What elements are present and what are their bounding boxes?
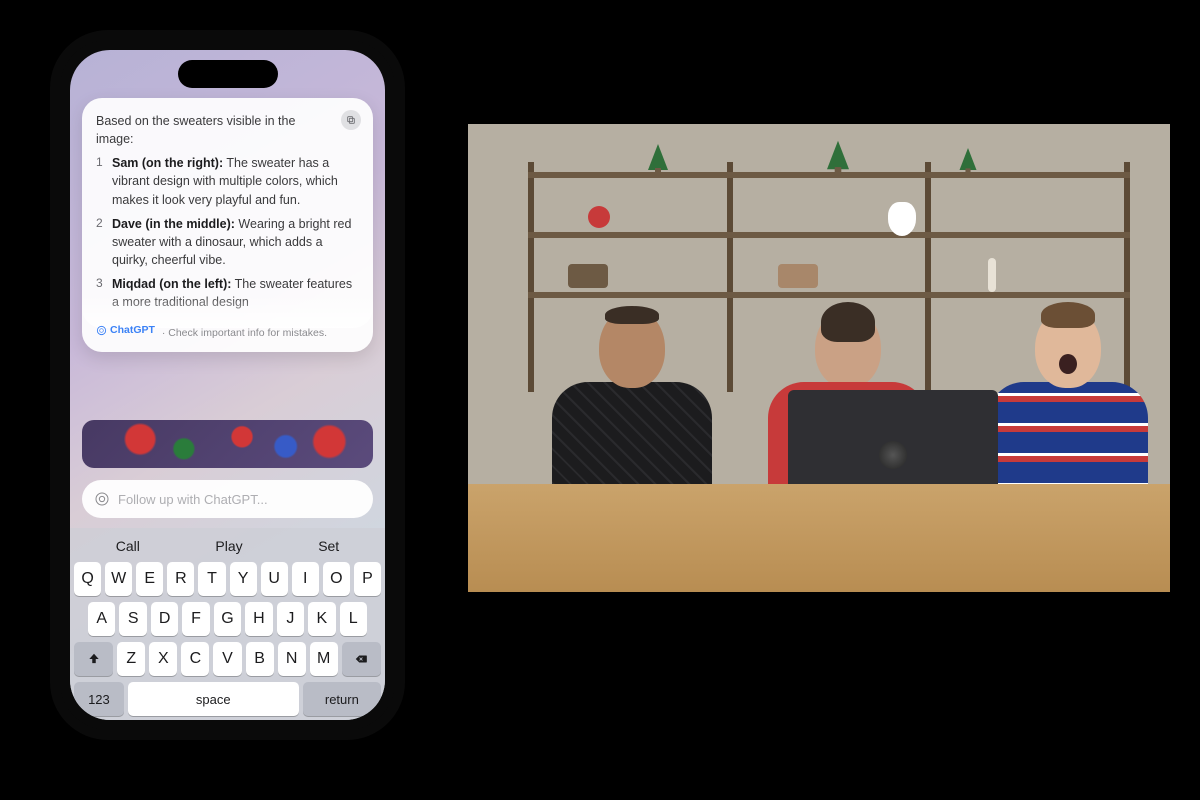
key-q[interactable]: Q bbox=[74, 562, 101, 596]
key-r[interactable]: R bbox=[167, 562, 194, 596]
assistant-response-card: Based on the sweaters visible in the ima… bbox=[82, 98, 373, 352]
response-item: Miqdad (on the left): The sweater featur… bbox=[96, 275, 359, 311]
response-item: Sam (on the right): The sweater has a vi… bbox=[96, 154, 359, 208]
key-e[interactable]: E bbox=[136, 562, 163, 596]
suggestion[interactable]: Play bbox=[191, 536, 266, 556]
key-c[interactable]: C bbox=[181, 642, 209, 676]
key-u[interactable]: U bbox=[261, 562, 288, 596]
key-p[interactable]: P bbox=[354, 562, 381, 596]
presentation-video-thumbnail bbox=[468, 124, 1170, 592]
followup-input[interactable]: Follow up with ChatGPT... bbox=[82, 480, 373, 518]
keyboard-suggestions: Call Play Set bbox=[74, 534, 381, 562]
key-i[interactable]: I bbox=[292, 562, 319, 596]
numbers-key[interactable]: 123 bbox=[74, 682, 124, 716]
key-l[interactable]: L bbox=[340, 602, 367, 636]
suggestion[interactable]: Set bbox=[294, 536, 363, 556]
phone-screen: Based on the sweaters visible in the ima… bbox=[70, 50, 385, 720]
key-h[interactable]: H bbox=[245, 602, 272, 636]
copy-response-button[interactable] bbox=[341, 110, 361, 130]
space-key[interactable]: space bbox=[128, 682, 299, 716]
key-m[interactable]: M bbox=[310, 642, 338, 676]
ios-keyboard: Call Play Set Q W E R T Y U I O P A S D … bbox=[70, 528, 385, 720]
key-k[interactable]: K bbox=[308, 602, 335, 636]
iphone-frame: Based on the sweaters visible in the ima… bbox=[60, 40, 395, 730]
response-list: Sam (on the right): The sweater has a vi… bbox=[96, 154, 359, 311]
chatgpt-input-icon bbox=[94, 491, 110, 507]
key-z[interactable]: Z bbox=[117, 642, 145, 676]
keyboard-row-2: A S D F G H J K L bbox=[74, 602, 381, 636]
response-attribution: ChatGPT · Check important info for mista… bbox=[96, 317, 359, 341]
key-v[interactable]: V bbox=[213, 642, 241, 676]
backspace-icon bbox=[354, 652, 368, 666]
key-f[interactable]: F bbox=[182, 602, 209, 636]
dynamic-island bbox=[178, 60, 278, 88]
backspace-key[interactable] bbox=[342, 642, 381, 676]
key-g[interactable]: G bbox=[214, 602, 241, 636]
keyboard-row-1: Q W E R T Y U I O P bbox=[74, 562, 381, 596]
key-x[interactable]: X bbox=[149, 642, 177, 676]
shift-icon bbox=[87, 652, 101, 666]
key-o[interactable]: O bbox=[323, 562, 350, 596]
suggestion[interactable]: Call bbox=[92, 536, 164, 556]
table bbox=[468, 484, 1170, 592]
chatgpt-icon bbox=[96, 325, 107, 336]
shift-key[interactable] bbox=[74, 642, 113, 676]
return-key[interactable]: return bbox=[303, 682, 381, 716]
camera-preview-strip bbox=[82, 420, 373, 468]
followup-placeholder: Follow up with ChatGPT... bbox=[118, 492, 268, 507]
copy-icon bbox=[346, 115, 356, 125]
key-n[interactable]: N bbox=[278, 642, 306, 676]
key-s[interactable]: S bbox=[119, 602, 146, 636]
chatgpt-brand: ChatGPT bbox=[96, 323, 155, 338]
keyboard-row-4: 123 space return bbox=[74, 682, 381, 716]
response-intro: Based on the sweaters visible in the ima… bbox=[96, 112, 359, 148]
key-d[interactable]: D bbox=[151, 602, 178, 636]
key-j[interactable]: J bbox=[277, 602, 304, 636]
keyboard-row-3: Z X C V B N M bbox=[74, 642, 381, 676]
key-a[interactable]: A bbox=[88, 602, 115, 636]
response-item: Dave (in the middle): Wearing a bright r… bbox=[96, 215, 359, 269]
key-y[interactable]: Y bbox=[230, 562, 257, 596]
key-w[interactable]: W bbox=[105, 562, 132, 596]
key-b[interactable]: B bbox=[246, 642, 274, 676]
key-t[interactable]: T bbox=[198, 562, 225, 596]
